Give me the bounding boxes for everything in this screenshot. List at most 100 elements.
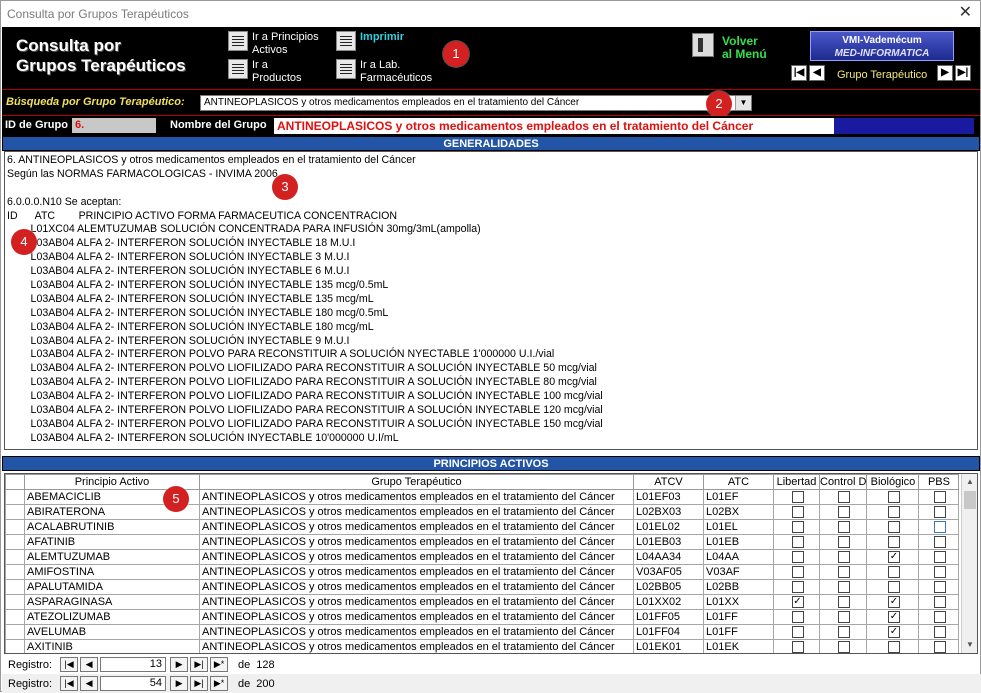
- row-selector[interactable]: [5, 624, 25, 640]
- control-checkbox[interactable]: [838, 505, 851, 518]
- table-row[interactable]: ALEMTUZUMAB ANTINEOPLASICOS y otros medic…: [5, 549, 960, 565]
- pbs-checkbox[interactable]: [933, 610, 946, 623]
- cell-atc[interactable]: L04AA: [703, 549, 774, 565]
- pbs-checkbox[interactable]: [933, 505, 946, 518]
- cell-atcv[interactable]: L01EK01: [633, 639, 704, 653]
- first-record-icon[interactable]: |◀: [60, 676, 79, 691]
- pbs-checkbox[interactable]: [933, 595, 946, 608]
- id-grupo-field[interactable]: 6.: [72, 118, 156, 133]
- cell-atc[interactable]: L02BB: [703, 579, 774, 595]
- cell-atcv[interactable]: L01EF03: [633, 489, 704, 505]
- control-checkbox[interactable]: [838, 610, 851, 623]
- goto-laboratorios-button[interactable]: Ir a Lab. Farmacéuticos: [336, 59, 432, 85]
- cell-grupo[interactable]: ANTINEOPLASICOS y otros medicamentos emp…: [199, 624, 634, 640]
- cell-principio[interactable]: ACALABRUTINIB: [24, 519, 200, 535]
- control-checkbox[interactable]: [838, 550, 851, 563]
- libertad-checkbox[interactable]: [791, 625, 804, 638]
- row-selector[interactable]: [5, 504, 25, 520]
- biologico-checkbox[interactable]: [887, 565, 900, 578]
- cell-atc[interactable]: L01XX: [703, 594, 774, 610]
- last-record-icon[interactable]: ▶|: [190, 676, 209, 691]
- cell-principio[interactable]: ATEZOLIZUMAB: [24, 609, 200, 625]
- grupo-search-combo[interactable]: ANTINEOPLASICOS y otros medicamentos emp…: [200, 95, 752, 111]
- cell-grupo[interactable]: ANTINEOPLASICOS y otros medicamentos emp…: [199, 519, 634, 535]
- control-checkbox[interactable]: [838, 595, 851, 608]
- table-row[interactable]: AMIFOSTINA ANTINEOPLASICOS y otros medica…: [5, 564, 960, 580]
- cell-atcv[interactable]: L01EB03: [633, 534, 704, 550]
- close-icon[interactable]: ✕: [959, 4, 972, 22]
- column-header[interactable]: Biológico: [866, 474, 920, 490]
- chevron-down-icon[interactable]: ▼: [735, 96, 751, 110]
- cell-atcv[interactable]: L04AA34: [633, 549, 704, 565]
- cell-atcv[interactable]: V03AF05: [633, 564, 704, 580]
- cell-atcv[interactable]: L01XX02: [633, 594, 704, 610]
- column-header[interactable]: ATCV: [633, 474, 704, 490]
- cell-atc[interactable]: L01EK: [703, 639, 774, 653]
- control-checkbox[interactable]: [838, 580, 851, 593]
- row-selector[interactable]: [5, 549, 25, 565]
- next-record-icon[interactable]: ▶: [937, 65, 953, 81]
- cell-principio[interactable]: AMIFOSTINA: [24, 564, 200, 580]
- column-header[interactable]: PBS: [918, 474, 960, 490]
- next-record-icon[interactable]: ▶: [170, 676, 189, 691]
- column-header[interactable]: Grupo Terapéutico: [199, 474, 634, 490]
- cell-principio[interactable]: AXITINIB: [24, 639, 200, 653]
- cell-principio[interactable]: AVELUMAB: [24, 624, 200, 640]
- record-number-field[interactable]: 54: [100, 676, 167, 691]
- biologico-checkbox[interactable]: ✓: [887, 595, 900, 608]
- biologico-checkbox[interactable]: ✓: [887, 610, 900, 623]
- pbs-checkbox[interactable]: [933, 565, 946, 578]
- table-row[interactable]: ATEZOLIZUMAB ANTINEOPLASICOS y otros medi…: [5, 609, 960, 625]
- libertad-checkbox[interactable]: [791, 550, 804, 563]
- table-row[interactable]: ABEMACICLIB ANTINEOPLASICOS y otros medic…: [5, 489, 960, 505]
- row-selector[interactable]: [5, 489, 25, 505]
- new-record-icon[interactable]: ▶*: [210, 676, 229, 691]
- scroll-down-icon[interactable]: ▼: [962, 637, 977, 653]
- record-number-field[interactable]: 13: [100, 657, 167, 672]
- biologico-checkbox[interactable]: [887, 505, 900, 518]
- libertad-checkbox[interactable]: [791, 505, 804, 518]
- pbs-checkbox[interactable]: [933, 535, 946, 548]
- cell-atc[interactable]: V03AF: [703, 564, 774, 580]
- cell-atcv[interactable]: L02BX03: [633, 504, 704, 520]
- pbs-checkbox[interactable]: [933, 625, 946, 638]
- libertad-checkbox[interactable]: [791, 490, 804, 503]
- table-row[interactable]: ASPARAGINASA ANTINEOPLASICOS y otros medi…: [5, 594, 960, 610]
- libertad-checkbox[interactable]: [791, 565, 804, 578]
- row-selector[interactable]: [5, 534, 25, 550]
- column-header[interactable]: ATC: [703, 474, 774, 490]
- goto-productos-button[interactable]: Ir a Productos: [228, 59, 302, 85]
- libertad-checkbox[interactable]: [791, 610, 804, 623]
- cell-principio[interactable]: AFATINIB: [24, 534, 200, 550]
- cell-atcv[interactable]: L01FF04: [633, 624, 704, 640]
- biologico-checkbox[interactable]: [887, 490, 900, 503]
- row-selector[interactable]: [5, 579, 25, 595]
- control-checkbox[interactable]: [838, 640, 851, 653]
- pbs-checkbox[interactable]: [933, 550, 946, 563]
- pbs-checkbox[interactable]: [933, 490, 946, 503]
- cell-atc[interactable]: L01EB: [703, 534, 774, 550]
- cell-principio[interactable]: APALUTAMIDA: [24, 579, 200, 595]
- pbs-checkbox[interactable]: [933, 580, 946, 593]
- cell-grupo[interactable]: ANTINEOPLASICOS y otros medicamentos emp…: [199, 609, 634, 625]
- table-row[interactable]: APALUTAMIDA ANTINEOPLASICOS y otros medic…: [5, 579, 960, 595]
- volver-menu-button[interactable]: Volver al Menú: [692, 33, 767, 61]
- biologico-checkbox[interactable]: ✓: [887, 625, 900, 638]
- cell-grupo[interactable]: ANTINEOPLASICOS y otros medicamentos emp…: [199, 579, 634, 595]
- libertad-checkbox[interactable]: ✓: [791, 595, 804, 608]
- pbs-checkbox[interactable]: [933, 640, 946, 653]
- prev-record-icon[interactable]: ◀: [80, 676, 99, 691]
- cell-grupo[interactable]: ANTINEOPLASICOS y otros medicamentos emp…: [199, 549, 634, 565]
- column-header[interactable]: Control D: [818, 474, 868, 490]
- last-record-icon[interactable]: ▶|: [190, 657, 209, 672]
- cell-grupo[interactable]: ANTINEOPLASICOS y otros medicamentos emp…: [199, 534, 634, 550]
- control-checkbox[interactable]: [838, 625, 851, 638]
- row-selector[interactable]: [5, 564, 25, 580]
- column-header[interactable]: Libertad: [773, 474, 820, 490]
- libertad-checkbox[interactable]: [791, 580, 804, 593]
- table-row[interactable]: AFATINIB ANTINEOPLASICOS y otros medicame…: [5, 534, 960, 550]
- biologico-checkbox[interactable]: [887, 640, 900, 653]
- cell-principio[interactable]: ALEMTUZUMAB: [24, 549, 200, 565]
- cell-atc[interactable]: L01FF: [703, 609, 774, 625]
- pbs-checkbox[interactable]: [933, 520, 946, 533]
